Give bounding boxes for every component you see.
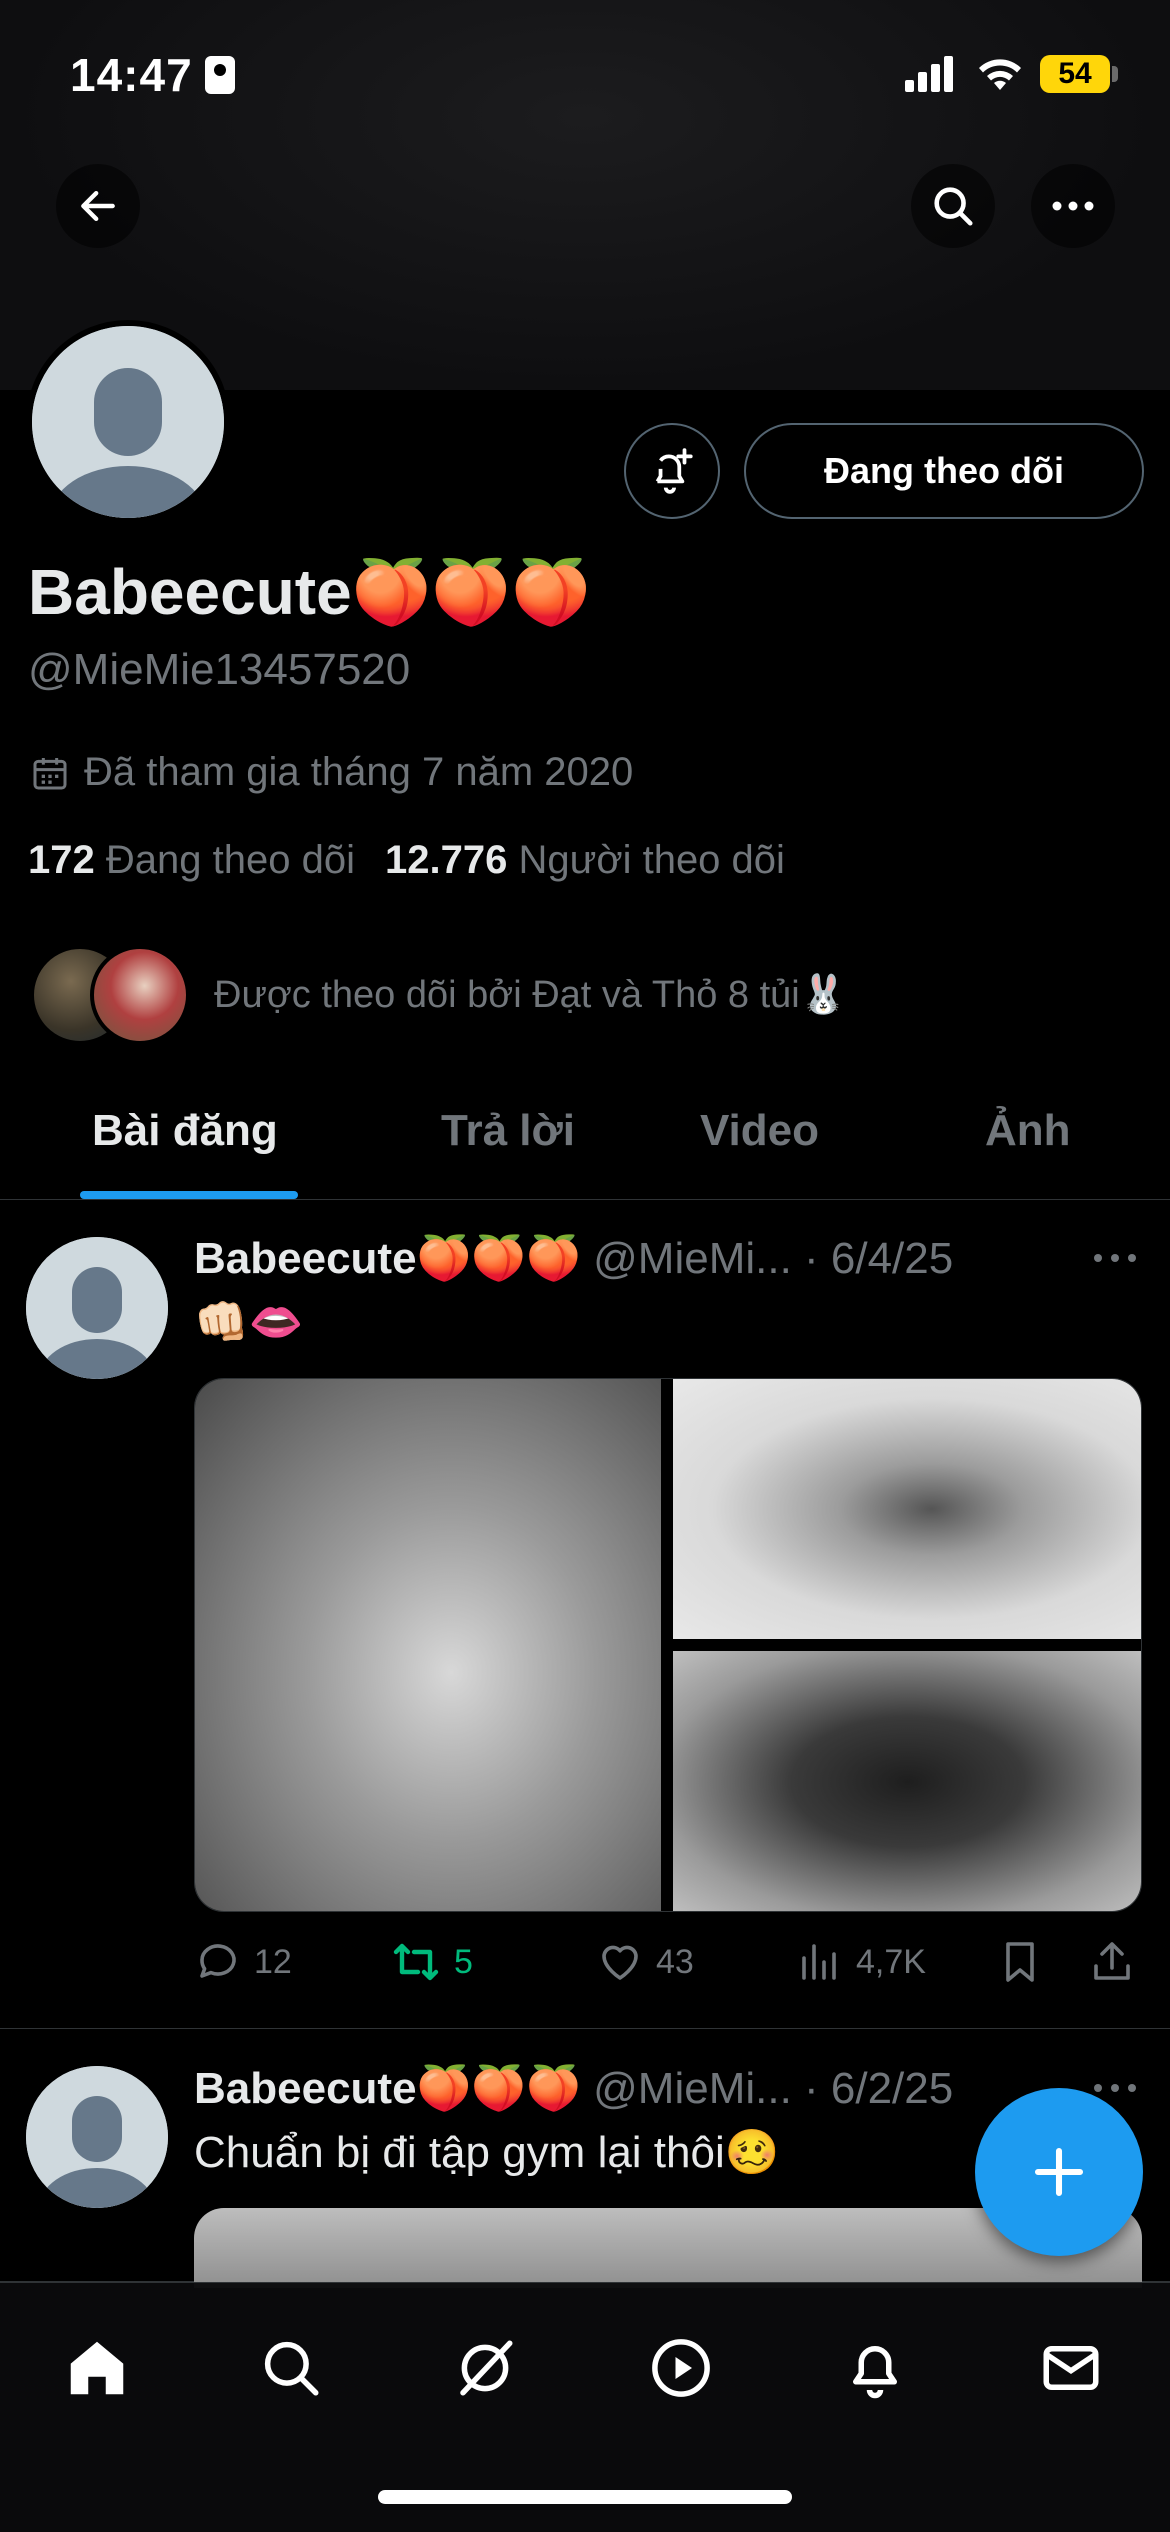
share-icon: [1094, 1942, 1130, 1980]
play-icon: [652, 2339, 710, 2397]
id-card-icon: [205, 56, 235, 94]
following-button[interactable]: Đang theo dõi: [744, 423, 1144, 519]
status-time: 14:47: [70, 49, 193, 101]
battery-indicator: 54: [1040, 55, 1110, 93]
wifi-icon: [979, 59, 1021, 90]
nav-video[interactable]: [636, 2323, 726, 2413]
tweet-author-name[interactable]: Babeecute🍑🍑🍑: [194, 2064, 581, 2113]
following-label: Đang theo dõi: [105, 838, 355, 882]
tweet-avatar[interactable]: [26, 1237, 168, 1379]
active-tab-indicator: [80, 1191, 298, 1199]
profile-display-name: Babeecute🍑🍑🍑: [28, 556, 591, 628]
tweet-meta: @MieMi... · 6/4/25: [593, 1234, 954, 1283]
tab-photos[interactable]: Ảnh: [985, 1106, 1071, 1156]
default-avatar-icon: [26, 2066, 168, 2208]
default-avatar-icon: [26, 1237, 168, 1379]
retweet-button[interactable]: 5: [390, 1938, 473, 1986]
grok-icon: [460, 2340, 513, 2396]
nav-notifications[interactable]: [830, 2323, 920, 2413]
reply-icon: [200, 1944, 236, 1978]
compose-button[interactable]: [975, 2088, 1143, 2256]
tweet-photo[interactable]: [673, 1379, 1141, 1639]
tweet-author-name[interactable]: Babeecute🍑🍑🍑: [194, 1234, 581, 1283]
tweet-avatar[interactable]: [26, 2066, 168, 2208]
followed-by-text: Được theo dõi bởi Đạt và Thỏ 8 tủi🐰: [214, 974, 848, 1016]
tweet-header: Babeecute🍑🍑🍑 @MieMi... · 6/2/25: [194, 2062, 953, 2114]
view-count: 4,7K: [856, 1942, 926, 1981]
status-bar: 14:47 54: [0, 0, 1170, 150]
follower-avatar: [90, 945, 190, 1045]
tab-replies[interactable]: Trả lời: [441, 1106, 575, 1156]
views-icon: [802, 1944, 836, 1980]
tweet-meta: @MieMi... · 6/2/25: [593, 2064, 954, 2113]
tweet-text: 👊🏻👄: [194, 1298, 304, 1347]
bell-icon: [853, 2346, 897, 2399]
notifications-toggle-button[interactable]: [624, 423, 720, 519]
joined-date: Đã tham gia tháng 7 năm 2020: [30, 750, 633, 795]
tweet-media-grid[interactable]: [194, 1378, 1142, 1912]
bookmark-button[interactable]: [996, 1938, 1044, 1986]
tweet-header: Babeecute🍑🍑🍑 @MieMi... · 6/4/25: [194, 1232, 953, 1284]
followers-stat[interactable]: 12.776 Người theo dõi: [385, 838, 785, 883]
retweet-icon: [393, 1943, 439, 1981]
more-options-button[interactable]: [1031, 164, 1115, 248]
arrow-left-icon: [81, 190, 115, 222]
tab-posts[interactable]: Bài đăng: [92, 1106, 278, 1156]
mail-icon: [1043, 2346, 1099, 2390]
profile-avatar[interactable]: [26, 320, 230, 524]
like-count: 43: [656, 1942, 694, 1981]
search-icon: [264, 2341, 319, 2396]
nav-search[interactable]: [246, 2323, 336, 2413]
more-icon[interactable]: [1090, 2078, 1140, 2098]
reply-button[interactable]: 12: [194, 1938, 292, 1986]
search-button[interactable]: [911, 164, 995, 248]
following-stat[interactable]: 172 Đang theo dõi: [28, 838, 355, 883]
nav-messages[interactable]: [1026, 2323, 1116, 2413]
bookmark-icon: [1006, 1942, 1034, 1982]
heart-icon: [602, 1945, 638, 1980]
tab-video[interactable]: Video: [700, 1106, 819, 1156]
bell-plus-icon: [655, 448, 693, 494]
tweet-photo[interactable]: [673, 1651, 1141, 1911]
home-icon: [70, 2341, 124, 2395]
retweet-count: 5: [454, 1942, 473, 1981]
signal-icon: [905, 56, 955, 92]
calendar-icon: [33, 757, 67, 789]
views-button[interactable]: 4,7K: [796, 1938, 926, 1986]
followed-by-row[interactable]: Được theo dõi bởi Đạt và Thỏ 8 tủi🐰: [30, 945, 847, 1045]
tweet-text: Chuẩn bị đi tập gym lại thôi🥴: [194, 2128, 780, 2177]
like-button[interactable]: 43: [596, 1938, 694, 1986]
default-avatar-icon: [32, 326, 224, 518]
more-icon: [1052, 201, 1094, 211]
nav-home[interactable]: [52, 2323, 142, 2413]
profile-tabs: Bài đăng Trả lời Video Ảnh: [0, 1080, 1170, 1200]
share-button[interactable]: [1088, 1938, 1136, 1986]
tweet-photo[interactable]: [195, 1379, 661, 1911]
home-indicator[interactable]: [378, 2490, 792, 2504]
more-icon[interactable]: [1090, 1248, 1140, 1268]
joined-text: Đã tham gia tháng 7 năm 2020: [84, 750, 634, 794]
profile-stats: 172 Đang theo dõi 12.776 Người theo dõi: [28, 838, 785, 883]
tweet-actions: 12 5 43 4,7K: [194, 1938, 1142, 1992]
search-icon: [934, 187, 973, 226]
followers-label: Người theo dõi: [518, 838, 785, 882]
followers-count: 12.776: [384, 838, 508, 882]
plus-icon: [1034, 2147, 1084, 2197]
following-count: 172: [28, 838, 95, 882]
profile-handle: @MieMie13457520: [28, 645, 411, 694]
battery-cap: [1112, 66, 1118, 82]
nav-grok[interactable]: [440, 2323, 530, 2413]
reply-count: 12: [254, 1942, 292, 1981]
back-button[interactable]: [56, 164, 140, 248]
